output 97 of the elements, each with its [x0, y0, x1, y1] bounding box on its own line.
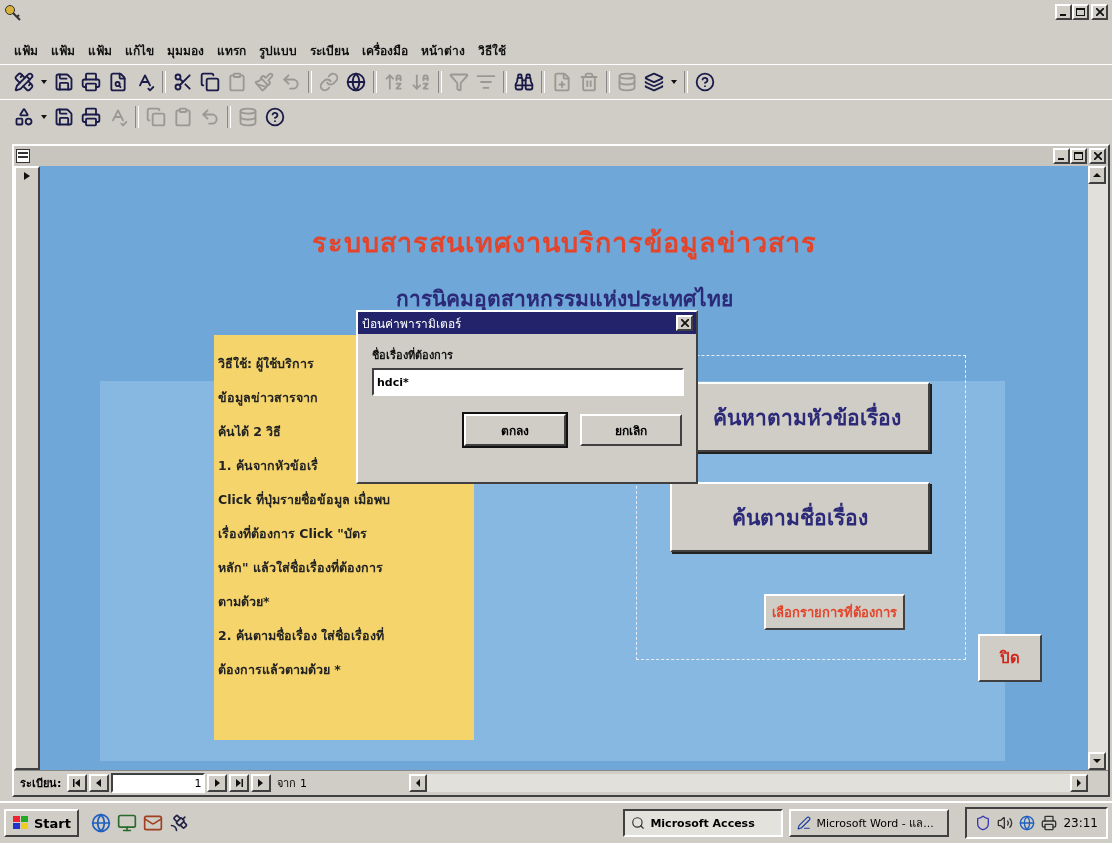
menu-item[interactable]: หน้าต่าง — [421, 40, 465, 60]
next-icon — [213, 779, 222, 787]
caret-icon[interactable] — [41, 115, 47, 119]
first-icon — [73, 779, 82, 787]
scroll-left-button[interactable] — [409, 774, 428, 792]
record-label: ระเบียน: — [20, 776, 62, 792]
menu-item[interactable]: แฟ้ม — [51, 40, 75, 60]
menu-item[interactable]: แทรก — [217, 40, 246, 60]
form-subtitle: การนิคมอุตสาหกรรมแห่งประเทศไทย — [395, 285, 733, 313]
taskbar-button[interactable]: Microsoft Word - แล... — [789, 809, 950, 837]
menu-item[interactable]: ระเบียน — [310, 40, 349, 60]
close-icon[interactable] — [1095, 8, 1104, 16]
help-text: Click ที่ปุ่มรายชื่อข้อมูล เมื่อพบ — [218, 490, 391, 510]
menu-item[interactable]: วิธีใช้ — [478, 40, 506, 60]
dialog-button[interactable]: ตกลง — [464, 414, 566, 446]
scissors-icon[interactable] — [173, 72, 193, 92]
menu-item[interactable]: เครื่องมือ — [362, 40, 408, 60]
pen-icon[interactable] — [797, 816, 812, 830]
monitor-icon[interactable] — [117, 813, 137, 833]
binoculars-icon[interactable] — [514, 72, 534, 92]
horizontal-scrollbar[interactable] — [409, 774, 1088, 792]
scroll-up-button[interactable] — [1088, 166, 1106, 184]
printer-icon[interactable] — [1041, 815, 1058, 831]
start-button[interactable]: Start — [4, 809, 79, 837]
shapes-icon[interactable] — [14, 107, 34, 127]
help-icon[interactable] — [695, 72, 715, 92]
input-field[interactable]: hdci* — [372, 368, 684, 396]
record-selector[interactable] — [14, 166, 40, 770]
up-arrow-icon — [1093, 171, 1101, 179]
scroll-right-button[interactable] — [1070, 774, 1088, 792]
maximize-icon[interactable] — [1076, 8, 1085, 16]
record-count: จาก 1 — [277, 776, 308, 792]
menu-item[interactable]: รูปแบบ — [259, 40, 297, 60]
mail-icon[interactable] — [143, 813, 163, 833]
maximize-button[interactable] — [1072, 4, 1089, 20]
help-icon[interactable] — [265, 107, 285, 127]
close-icon[interactable] — [680, 319, 689, 327]
pencil-ruler-icon[interactable] — [14, 72, 34, 92]
last-record-button[interactable] — [229, 774, 250, 792]
form-title: ระบบสารสนเทศงานบริการข้อมูลข่าวสาร — [311, 226, 817, 262]
close-icon[interactable] — [1093, 152, 1102, 160]
help-text: วิธีใช้: ผู้ใช้บริการ — [218, 355, 315, 374]
print-preview-icon[interactable] — [108, 72, 128, 92]
minimize-button[interactable] — [1055, 4, 1072, 20]
shield-icon[interactable] — [975, 815, 992, 831]
current-record-icon — [23, 172, 31, 180]
save-icon[interactable] — [54, 72, 74, 92]
dialog-title: ป้อนค่าพารามิเตอร์ — [362, 315, 461, 333]
printer-icon[interactable] — [81, 107, 101, 127]
menu-item[interactable]: แฟ้ม — [14, 40, 38, 60]
last-icon — [235, 779, 244, 787]
layers-icon[interactable] — [644, 72, 664, 92]
caret-icon[interactable] — [671, 80, 677, 84]
record-number-field[interactable]: 1 — [111, 773, 206, 793]
clock: 23:11 — [1063, 816, 1098, 830]
key-icon — [4, 4, 22, 22]
help-text: ข้อมูลข่าวสารจาก — [218, 389, 318, 408]
search-button[interactable]: ค้นตามชื่อเรื่อง — [670, 482, 930, 552]
dialog-button[interactable]: ยกเลิก — [580, 414, 682, 446]
previous-record-button[interactable] — [89, 774, 110, 792]
next-record-button[interactable] — [207, 774, 228, 792]
help-text: ค้นได้ 2 วิธี — [218, 423, 282, 441]
maximize-button[interactable] — [1070, 148, 1087, 164]
globe-icon[interactable] — [346, 72, 366, 92]
close-button[interactable] — [1091, 4, 1108, 20]
close-button[interactable] — [1089, 148, 1106, 164]
first-record-button[interactable] — [67, 774, 88, 792]
help-text: 1. ค้นจากหัวข้อเรื่ — [218, 456, 318, 475]
copy-icon[interactable] — [200, 72, 220, 92]
down-arrow-icon — [1093, 757, 1101, 765]
save-icon[interactable] — [54, 107, 74, 127]
help-text: หลัก" แล้วใส่ชื่อเรื่องที่ต้องการ — [218, 558, 383, 577]
minimize-button[interactable] — [1053, 148, 1070, 164]
menu-item[interactable]: มุมมอง — [167, 40, 204, 60]
new-record-button[interactable] — [251, 774, 272, 792]
help-text: 2. ค้นตามชื่อเรื่อง ใส่ชื่อเรื่องที่ — [218, 626, 385, 645]
speaker-icon[interactable] — [997, 815, 1014, 831]
printer-icon[interactable] — [81, 72, 101, 92]
caret-icon[interactable] — [41, 80, 47, 84]
vertical-scrollbar[interactable] — [1088, 166, 1108, 770]
help-text: เรื่องที่ต้องการ Click "บัตร — [218, 524, 367, 543]
satellite-icon[interactable] — [169, 813, 189, 833]
menu-item[interactable]: แก้ไข — [125, 40, 154, 60]
form-icon — [16, 149, 30, 163]
windows-logo-icon[interactable] — [12, 815, 30, 831]
help-text: ต้องการแล้วตามด้วย * — [218, 661, 341, 679]
right-arrow-icon — [1075, 779, 1083, 787]
close-button[interactable] — [676, 315, 693, 331]
field-label: ชื่อเรื่องที่ต้องการ — [372, 346, 454, 364]
scroll-down-button[interactable] — [1088, 752, 1106, 770]
taskbar-button[interactable]: Microsoft Access — [623, 809, 784, 837]
previous-icon — [95, 779, 104, 787]
help-text: ตามด้วย* — [218, 593, 270, 611]
magnifier-icon[interactable] — [631, 816, 646, 830]
menu-item[interactable]: แฟ้ม — [88, 40, 112, 60]
left-arrow-icon — [414, 779, 423, 787]
maximize-icon[interactable] — [1074, 152, 1083, 160]
